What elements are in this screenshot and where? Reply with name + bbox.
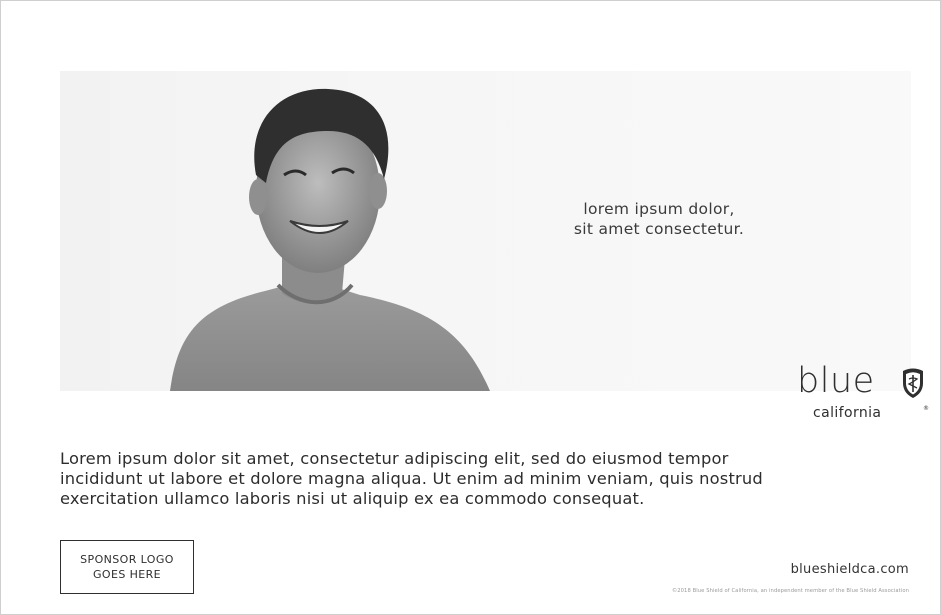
legal-disclaimer: ©2018 Blue Shield of California, an inde… [671,588,909,594]
brand-subtitle: california [813,405,882,421]
blue-shield-logo: blue california ® [791,361,931,431]
body-line3: exercitation ullamco laboris nisi ut ali… [60,489,645,508]
ad-frame: lorem ipsum dolor, sit amet consectetur.… [0,0,941,615]
registered-mark: ® [923,405,929,412]
hero-headline-line2: sit amet consectetur. [573,220,745,238]
brand-wordmark: blue [797,361,875,401]
shield-caduceus-icon [903,368,923,398]
hero-headline: lorem ipsum dolor, sit amet consectetur. [539,199,779,239]
body-line1: Lorem ipsum dolor sit amet, consectetur … [60,449,729,468]
sponsor-logo-placeholder: SPONSOR LOGO GOES HERE [60,540,194,594]
sponsor-line1: SPONSOR LOGO [80,553,174,566]
hero-banner: lorem ipsum dolor, sit amet consectetur. [60,71,911,391]
hero-headline-line1: lorem ipsum dolor, [583,200,735,218]
website-url[interactable]: blueshieldca.com [791,562,909,577]
smiling-man-photo [170,88,490,391]
body-copy: Lorem ipsum dolor sit amet, consectetur … [60,449,920,509]
body-line2: incididunt ut labore et dolore magna ali… [60,469,763,488]
sponsor-line2: GOES HERE [92,568,162,581]
